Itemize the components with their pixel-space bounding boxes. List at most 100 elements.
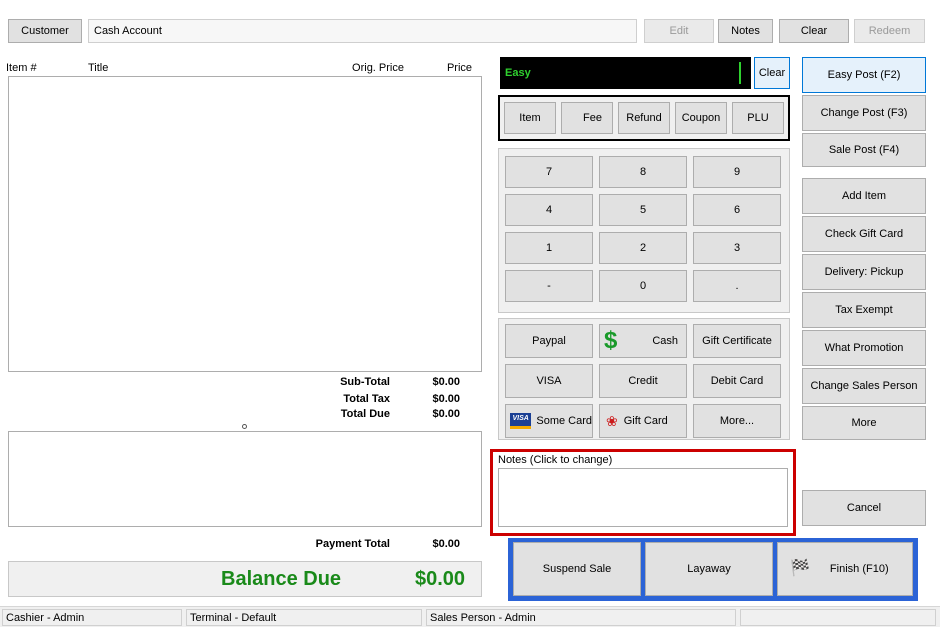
- account-field[interactable]: Cash Account: [88, 19, 637, 43]
- change-post-button[interactable]: Change Post (F3): [802, 95, 926, 131]
- key-4-label: 4: [545, 204, 553, 216]
- status-empty-cell: [740, 609, 936, 626]
- key-7[interactable]: 7: [505, 156, 593, 188]
- payment-total-value: $0.00: [432, 538, 460, 550]
- edit-button[interactable]: Edit: [644, 19, 714, 43]
- entry-type-fee-label: Fee: [583, 112, 602, 124]
- key-6-label: 6: [733, 204, 741, 216]
- change-sales-person-label: Change Sales Person: [810, 380, 918, 392]
- key-minus[interactable]: -: [505, 270, 593, 302]
- tender-gift-card-label: Gift Card: [623, 415, 668, 427]
- entry-type-refund[interactable]: Refund: [618, 102, 670, 134]
- status-sales-person-cell: Sales Person - Admin: [426, 609, 736, 626]
- delivery-button[interactable]: Delivery: Pickup: [802, 254, 926, 290]
- tender-cash-label: Cash: [652, 335, 678, 347]
- finish-label: Finish (F10): [829, 563, 889, 575]
- status-sales-person: Sales Person - Admin: [430, 612, 536, 624]
- total-due-label: Total Due: [340, 408, 390, 420]
- notes-button[interactable]: Notes: [718, 19, 773, 43]
- easy-post-label: Easy Post (F2): [827, 69, 901, 81]
- key-6[interactable]: 6: [693, 194, 781, 226]
- tender-debit-label: Debit Card: [710, 375, 764, 387]
- check-gift-card-button[interactable]: Check Gift Card: [802, 216, 926, 252]
- key-7-label: 7: [545, 166, 553, 178]
- customer-button[interactable]: Customer: [8, 19, 82, 43]
- tender-more-label: More...: [719, 415, 755, 427]
- clear-header-button[interactable]: Clear: [779, 19, 849, 43]
- tender-some-card[interactable]: VISA Some Card: [505, 404, 593, 438]
- notes-field[interactable]: [498, 468, 788, 527]
- subtotal-label: Sub-Total: [340, 376, 390, 388]
- entry-type-fee[interactable]: Fee: [561, 102, 613, 134]
- tender-paypal-label: Paypal: [532, 335, 566, 347]
- suspend-sale-button[interactable]: Suspend Sale: [513, 542, 641, 596]
- finish-button[interactable]: 🏁 Finish (F10): [777, 542, 913, 596]
- payments-list[interactable]: [8, 431, 482, 527]
- tender-visa-label: VISA: [536, 375, 562, 387]
- cancel-button[interactable]: Cancel: [802, 490, 926, 526]
- key-5-label: 5: [639, 204, 647, 216]
- checkered-flag-icon: 🏁: [790, 560, 810, 577]
- tender-debit[interactable]: Debit Card: [693, 364, 781, 398]
- total-tax-label: Total Tax: [343, 393, 390, 405]
- key-8-label: 8: [639, 166, 647, 178]
- customer-button-label: Customer: [21, 25, 69, 37]
- tender-visa[interactable]: VISA: [505, 364, 593, 398]
- suspend-sale-label: Suspend Sale: [542, 563, 612, 575]
- add-item-button[interactable]: Add Item: [802, 178, 926, 214]
- entry-display[interactable]: Easy: [500, 57, 751, 89]
- balance-due-panel: Balance Due $0.00: [8, 561, 482, 597]
- sale-post-button[interactable]: Sale Post (F4): [802, 133, 926, 167]
- key-4[interactable]: 4: [505, 194, 593, 226]
- what-promotion-button[interactable]: What Promotion: [802, 330, 926, 366]
- key-5[interactable]: 5: [599, 194, 687, 226]
- tender-panel: Paypal $ Cash Gift Certificate VISA Cred…: [498, 318, 790, 440]
- tax-exempt-button[interactable]: Tax Exempt: [802, 292, 926, 328]
- key-9[interactable]: 9: [693, 156, 781, 188]
- more-actions-button[interactable]: More: [802, 406, 926, 440]
- entry-type-plu[interactable]: PLU: [732, 102, 784, 134]
- column-header-title: Title: [88, 62, 109, 74]
- edit-button-label: Edit: [669, 25, 689, 37]
- column-header-item-number: Item #: [6, 62, 37, 74]
- account-value: Cash Account: [94, 25, 162, 37]
- tender-some-card-label: Some Card: [536, 415, 592, 427]
- layaway-button[interactable]: Layaway: [645, 542, 773, 596]
- entry-type-item[interactable]: Item: [504, 102, 556, 134]
- change-sales-person-button[interactable]: Change Sales Person: [802, 368, 926, 404]
- items-list[interactable]: [8, 76, 482, 372]
- key-3[interactable]: 3: [693, 232, 781, 264]
- entry-type-refund-label: Refund: [626, 112, 662, 124]
- easy-post-button[interactable]: Easy Post (F2): [802, 57, 926, 93]
- key-8[interactable]: 8: [599, 156, 687, 188]
- entry-type-coupon-label: Coupon: [681, 112, 721, 124]
- layaway-label: Layaway: [687, 563, 731, 575]
- delivery-label: Delivery: Pickup: [824, 266, 904, 278]
- keypad-panel: 7 8 9 4 5 6 1 2 3 - 0 .: [498, 148, 790, 313]
- key-9-label: 9: [733, 166, 741, 178]
- what-promotion-label: What Promotion: [824, 342, 904, 354]
- tender-paypal[interactable]: Paypal: [505, 324, 593, 358]
- tender-gift-certificate[interactable]: Gift Certificate: [693, 324, 781, 358]
- key-0[interactable]: 0: [599, 270, 687, 302]
- clear-header-button-label: Clear: [800, 25, 828, 37]
- key-1[interactable]: 1: [505, 232, 593, 264]
- gift-ribbon-icon: ❀: [606, 413, 618, 429]
- payment-total-label: Payment Total: [315, 538, 390, 550]
- entry-type-item-label: Item: [519, 112, 541, 124]
- tender-gift-card[interactable]: ❀ Gift Card: [599, 404, 687, 438]
- entry-type-coupon[interactable]: Coupon: [675, 102, 727, 134]
- splitter-handle[interactable]: [242, 424, 247, 429]
- entry-clear-button[interactable]: Clear: [754, 57, 790, 89]
- key-minus-label: -: [547, 280, 551, 292]
- redeem-button-label: Redeem: [868, 25, 911, 37]
- check-gift-card-label: Check Gift Card: [824, 228, 904, 240]
- tender-credit[interactable]: Credit: [599, 364, 687, 398]
- redeem-button[interactable]: Redeem: [854, 19, 925, 43]
- key-1-label: 1: [545, 242, 553, 254]
- key-decimal[interactable]: .: [693, 270, 781, 302]
- key-2[interactable]: 2: [599, 232, 687, 264]
- tender-more[interactable]: More...: [693, 404, 781, 438]
- key-3-label: 3: [733, 242, 741, 254]
- tender-cash[interactable]: $ Cash: [599, 324, 687, 358]
